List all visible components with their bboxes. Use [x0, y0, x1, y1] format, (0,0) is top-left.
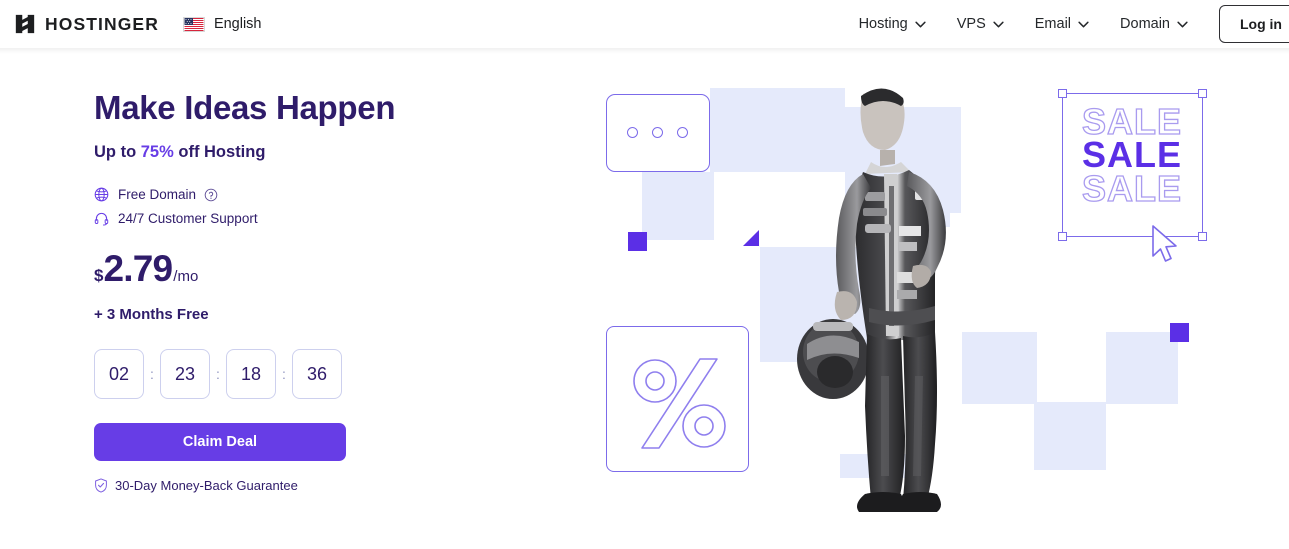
hero-content: Make Ideas Happen Up to 75% off Hosting … — [94, 88, 564, 493]
traffic-light-dots — [627, 127, 688, 138]
nav-item-label: Domain — [1120, 16, 1170, 32]
money-back-guarantee: 30-Day Money-Back Guarantee — [94, 478, 564, 493]
subtitle-prefix: Up to — [94, 143, 141, 162]
timer-separator: : — [216, 366, 220, 383]
main-navigation: Hosting VPS Email Domain Log in — [859, 5, 1289, 43]
chevron-down-icon — [915, 21, 926, 27]
percent-card — [606, 326, 749, 472]
decorative-square — [1106, 332, 1178, 404]
nav-item-label: Hosting — [858, 16, 908, 32]
nav-item-label: Email — [1034, 16, 1072, 32]
hostinger-landing-page: HOSTINGER English Hosting VPS Email Doma… — [0, 0, 1289, 549]
hero-subtitle: Up to 75% off Hosting — [94, 143, 564, 162]
us-flag-icon — [182, 16, 205, 32]
timer-unit-minutes: 18 — [226, 349, 276, 400]
nav-item-label: VPS — [956, 16, 986, 32]
price-period: /mo — [173, 268, 199, 286]
sale-word-outline-bottom: SALE — [1081, 167, 1182, 209]
timer-unit-seconds: 36 — [292, 349, 342, 400]
feature-label: Free Domain — [118, 187, 197, 203]
resize-handle-bottom-right[interactable] — [1198, 232, 1207, 241]
nav-item-vps[interactable]: VPS — [957, 16, 1004, 32]
nav-item-domain[interactable]: Domain — [1120, 16, 1188, 32]
frame-edge-bottom — [1062, 236, 1202, 237]
timer-unit-days: 02 — [94, 349, 144, 400]
window-dot — [652, 127, 663, 138]
price-display: $ 2.79 /mo — [94, 248, 564, 290]
feature-list: Free Domain 24/7 Customer Support — [94, 187, 564, 226]
nav-item-email[interactable]: Email — [1035, 16, 1089, 32]
price-currency: $ — [94, 266, 104, 286]
accent-triangle — [743, 230, 759, 246]
headset-icon — [94, 213, 109, 226]
frame-edge-left — [1062, 93, 1063, 237]
timer-unit-hours: 23 — [160, 349, 210, 400]
claim-deal-button[interactable]: Claim Deal — [94, 423, 346, 462]
guarantee-label: 30-Day Money-Back Guarantee — [115, 478, 298, 494]
decorative-square — [642, 172, 714, 240]
globe-icon — [94, 187, 109, 202]
sale-selection-frame: SALE SALE SALE — [1058, 89, 1207, 241]
frame-edge-right — [1202, 93, 1203, 237]
browser-window-outline-icon — [606, 94, 710, 172]
window-dot — [627, 127, 638, 138]
resize-handle-top-left[interactable] — [1058, 89, 1067, 98]
sale-word-solid: SALE — [1081, 134, 1182, 176]
countdown-timer: 02 : 23 : 18 : 36 — [94, 349, 564, 400]
brand-wordmark: HOSTINGER — [45, 13, 159, 34]
hero-illustration: SALE SALE SALE — [560, 54, 1289, 549]
price-amount: 2.79 — [103, 248, 173, 290]
chevron-down-icon — [993, 21, 1004, 27]
resize-handle-top-right[interactable] — [1198, 89, 1207, 98]
mouse-cursor-icon — [1152, 225, 1177, 262]
racing-driver-photo — [797, 88, 946, 512]
feature-free-domain: Free Domain — [94, 187, 564, 202]
timer-separator: : — [282, 366, 286, 383]
frame-edge-top — [1062, 93, 1202, 94]
question-mark-circle-icon[interactable] — [204, 188, 218, 202]
language-label: English — [213, 16, 262, 32]
percent-symbol-outline-icon — [633, 358, 726, 449]
header-divider — [0, 48, 1289, 54]
hostinger-h-logo-icon — [15, 14, 35, 34]
feature-customer-support: 24/7 Customer Support — [94, 211, 564, 226]
chevron-down-icon — [1078, 21, 1089, 27]
feature-label: 24/7 Customer Support — [118, 211, 258, 227]
site-header: HOSTINGER English Hosting VPS Email Doma… — [0, 0, 1289, 48]
sale-word-outline-top: SALE — [1081, 101, 1182, 142]
accent-square — [1170, 323, 1189, 342]
language-selector[interactable]: English — [182, 16, 262, 32]
window-dot — [677, 127, 688, 138]
bonus-text: + 3 Months Free — [94, 306, 209, 324]
page-title: Make Ideas Happen — [94, 89, 396, 126]
subtitle-suffix: off Hosting — [173, 143, 266, 162]
brand-logo[interactable]: HOSTINGER — [14, 13, 159, 35]
resize-handle-bottom-left[interactable] — [1058, 232, 1067, 241]
nav-item-hosting[interactable]: Hosting — [859, 16, 926, 32]
decorative-square — [1034, 402, 1106, 470]
discount-percent: 75% — [140, 143, 174, 162]
timer-separator: : — [150, 366, 154, 383]
decorative-square — [710, 88, 782, 172]
shield-check-icon — [95, 478, 107, 493]
chevron-down-icon — [1177, 21, 1188, 27]
login-button[interactable]: Log in — [1219, 5, 1289, 43]
accent-square — [628, 232, 647, 251]
